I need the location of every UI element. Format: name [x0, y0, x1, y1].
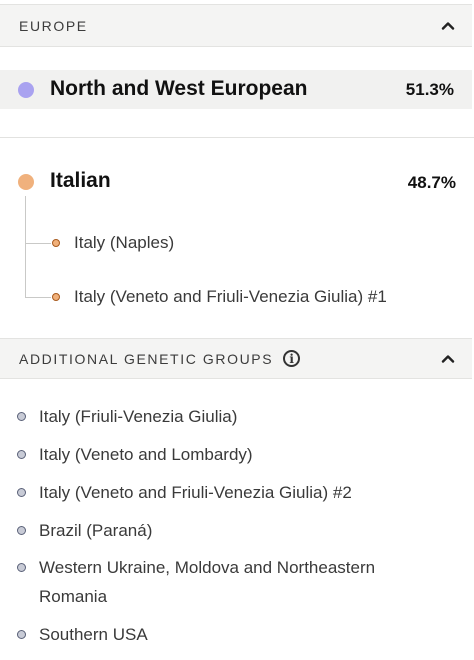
population-name: North and West European — [50, 77, 308, 100]
tree-connector — [25, 196, 26, 298]
subregion-label: Italy (Naples) — [74, 233, 175, 252]
population-percent: 51.3% — [405, 80, 454, 99]
additional-genetic-groups-header[interactable]: ADDITIONAL GENETIC GROUPS i — [0, 338, 472, 379]
population-color-dot — [18, 82, 34, 98]
divider — [0, 137, 474, 138]
group-label: Brazil (Paraná) — [39, 521, 153, 540]
section-title: ADDITIONAL GENETIC GROUPS — [19, 350, 274, 367]
chevron-up-icon[interactable] — [440, 351, 456, 367]
group-dot — [17, 450, 26, 459]
group-label: Italy (Friuli-Venezia Giulia) — [39, 407, 238, 426]
chevron-up-icon[interactable] — [440, 18, 456, 34]
group-dot — [17, 488, 26, 497]
population-name: Italian — [50, 169, 111, 192]
subregion-dot — [52, 239, 60, 247]
tree-connector — [25, 243, 51, 244]
subregion-dot — [52, 293, 60, 301]
group-dot — [17, 563, 26, 572]
population-color-dot — [18, 174, 34, 190]
group-dot — [17, 630, 26, 639]
group-label: Italy (Veneto and Lombardy) — [39, 445, 253, 464]
group-dot — [17, 412, 26, 421]
tree-connector — [25, 297, 51, 298]
subregion-label: Italy (Veneto and Friuli-Venezia Giulia)… — [74, 287, 387, 306]
section-title: EUROPE — [19, 17, 88, 34]
population-row-north-west-european[interactable]: North and West European 51.3% — [0, 70, 472, 109]
population-percent: 48.7% — [407, 173, 456, 192]
info-icon[interactable]: i — [283, 350, 301, 367]
group-label: Western Ukraine, Moldova and Northeaster… — [39, 558, 376, 606]
group-label: Italy (Veneto and Friuli-Venezia Giulia)… — [39, 483, 352, 502]
group-dot — [17, 526, 26, 535]
europe-section-header[interactable]: EUROPE — [0, 4, 472, 47]
group-label: Southern USA — [39, 625, 148, 644]
